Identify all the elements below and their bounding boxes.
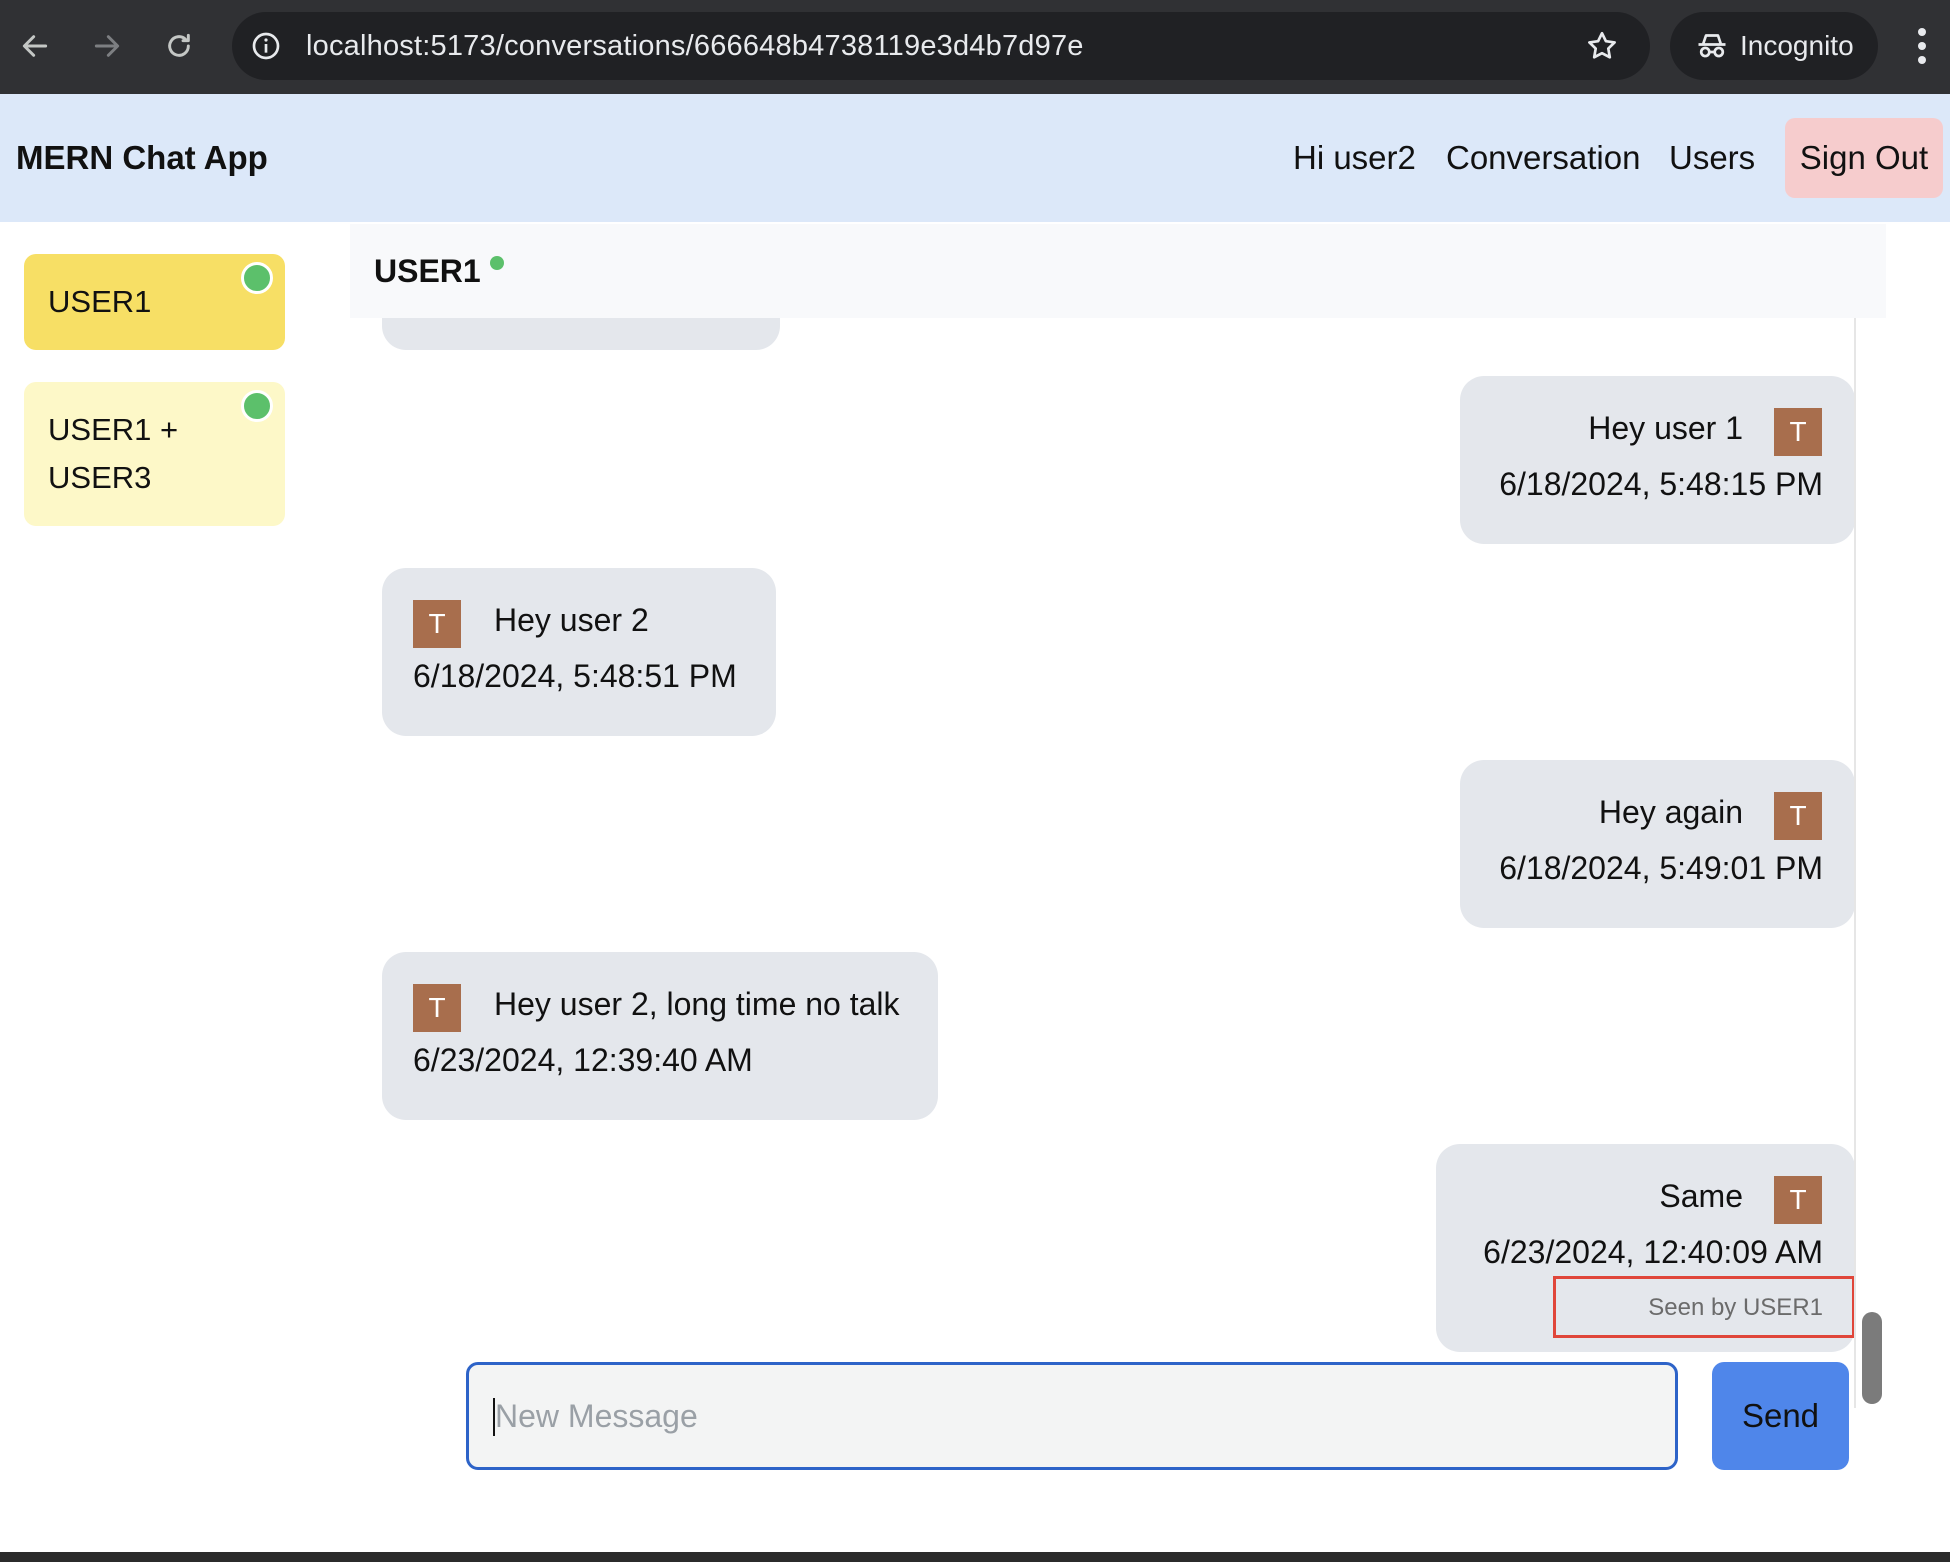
conversation-item-user1-user3[interactable]: USER1 + USER3	[24, 382, 285, 526]
message-time: 6/23/2024, 12:39:40 AM	[413, 1042, 753, 1078]
message-scrollbar[interactable]	[1854, 318, 1886, 1408]
online-indicator	[241, 390, 273, 422]
online-indicator	[490, 256, 504, 270]
sender-avatar: T	[1774, 792, 1822, 840]
online-indicator	[241, 262, 273, 294]
user-greeting: Hi user2	[1293, 139, 1416, 176]
window-bottom-edge	[0, 1552, 1950, 1562]
sender-avatar: T	[413, 600, 461, 648]
message-bubble: Hey user 1 T 6/18/2024, 5:48:15 PM	[1460, 376, 1855, 544]
highlight-box	[1553, 1276, 1855, 1338]
message-bubble: Same T 6/23/2024, 12:40:09 AM Seen by US…	[1436, 1144, 1855, 1352]
star-icon[interactable]	[1584, 28, 1620, 64]
url-text[interactable]: localhost:5173/conversations/666648b4738…	[306, 12, 1084, 80]
incognito-label: Incognito	[1740, 30, 1854, 61]
conversation-label: USER1 + USER3	[48, 412, 179, 495]
message-text: Hey user 2, long time no talk	[494, 986, 900, 1022]
send-button[interactable]: Send	[1712, 1362, 1849, 1470]
browser-toolbar: localhost:5173/conversations/666648b4738…	[0, 0, 1950, 94]
chat-title: USER1	[374, 253, 481, 289]
message-text: Hey again	[1598, 794, 1743, 830]
sender-avatar: T	[1774, 1176, 1822, 1224]
sender-avatar: T	[413, 984, 461, 1032]
incognito-badge[interactable]: Incognito	[1670, 12, 1878, 80]
message-bubble: T Hey user 2 6/18/2024, 5:48:51 PM	[382, 568, 776, 736]
message-bubble: T Hey user 2, long time no talk 6/23/202…	[382, 952, 938, 1120]
chat-header: USER1	[350, 224, 1886, 318]
info-icon[interactable]	[250, 30, 282, 62]
message-bubble	[382, 318, 780, 350]
message-text: Hey user 2	[494, 602, 649, 638]
message-time: 6/18/2024, 5:48:15 PM	[1499, 466, 1823, 502]
app-brand[interactable]: MERN Chat App	[16, 94, 268, 222]
kebab-menu-icon[interactable]	[1904, 22, 1940, 70]
forward-button[interactable]	[78, 17, 136, 75]
message-time: 6/18/2024, 5:48:51 PM	[413, 658, 737, 694]
arrow-right-icon	[94, 35, 120, 57]
conversation-item-user1[interactable]: USER1	[24, 254, 285, 350]
conversation-label: USER1	[48, 284, 152, 319]
nav-conversation-link[interactable]: Conversation	[1446, 94, 1640, 222]
message-bubble: Hey again T 6/18/2024, 5:49:01 PM	[1460, 760, 1855, 928]
message-time: 6/18/2024, 5:49:01 PM	[1499, 850, 1823, 886]
back-button[interactable]	[6, 17, 64, 75]
reload-icon	[168, 33, 190, 57]
app-navbar: MERN Chat App Hi user2 Conversation User…	[0, 94, 1950, 222]
incognito-icon	[1698, 34, 1726, 58]
arrow-left-icon	[22, 35, 48, 57]
reload-button[interactable]	[150, 17, 208, 75]
new-message-input[interactable]	[466, 1362, 1678, 1470]
message-text: Same	[1659, 1178, 1743, 1214]
message-text: Hey user 1	[1588, 410, 1743, 446]
sign-out-button[interactable]: Sign Out	[1785, 118, 1943, 198]
sender-avatar: T	[1774, 408, 1822, 456]
nav-users-link[interactable]: Users	[1669, 94, 1755, 222]
text-cursor	[493, 1398, 495, 1436]
address-bar[interactable]: localhost:5173/conversations/666648b4738…	[232, 12, 1650, 80]
scrollbar-thumb[interactable]	[1862, 1312, 1882, 1404]
message-list[interactable]: Hey user 1 T 6/18/2024, 5:48:15 PM T Hey…	[350, 318, 1886, 1408]
message-time: 6/23/2024, 12:40:09 AM	[1483, 1234, 1823, 1270]
